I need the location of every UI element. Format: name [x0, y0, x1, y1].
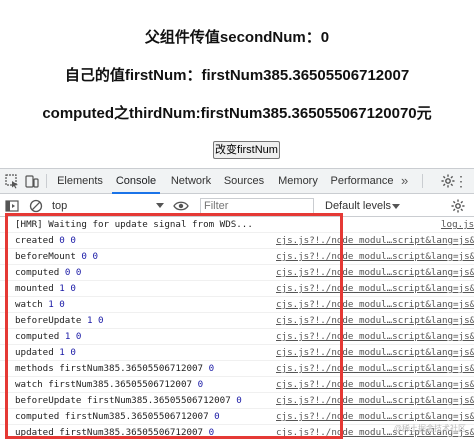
console-row: beforeUpdate 1 0 cjs.js?!./node_modul…scr…: [0, 313, 474, 329]
console-message-text: watch firstNum385.36505506712007: [15, 379, 193, 390]
console-message-text: computed firstNum385.36505506712007: [15, 411, 209, 422]
console-row: computed 1 0 cjs.js?!./node_modul…script&…: [0, 329, 474, 345]
tab-console[interactable]: Console: [112, 169, 160, 194]
console-message-number: 0 0: [64, 267, 82, 278]
watermark: @稀土掘金技术社区: [393, 424, 466, 433]
filter-input[interactable]: [200, 198, 314, 214]
console-message-number: 1 0: [59, 347, 76, 358]
console-message-text: mounted: [15, 283, 54, 294]
console-message-text: updated: [15, 347, 54, 358]
console-message-number: 0: [214, 411, 220, 422]
console-message-number: 0: [197, 379, 204, 390]
console-message: computed firstNum385.36505506712007 0: [15, 411, 220, 422]
console-message-text: beforeMount: [15, 251, 76, 262]
console-message-number: 0: [208, 363, 215, 374]
first-num-text: 自己的值firstNum：firstNum385.36505506712007: [64, 67, 410, 84]
console-message-number: 0 0: [59, 235, 76, 246]
console-source-link[interactable]: cjs.js?!./node_modul…script&lang=js&: [276, 235, 474, 246]
tab-network[interactable]: Network: [166, 169, 216, 194]
console-message: updated firstNum385.36505506712007 0: [15, 427, 214, 438]
console-message: mounted 1 0: [15, 283, 76, 294]
console-message-text: [HMR] Waiting for update signal from WDS…: [15, 219, 253, 230]
devtools-tabbar: Elements Console Network Sources Memory …: [0, 169, 474, 194]
console-source-link[interactable]: cjs.js?!./node_modul…script&lang=js&: [276, 299, 474, 310]
context-select[interactable]: top: [50, 197, 168, 215]
device-toolbar-icon[interactable]: [24, 173, 40, 189]
app-page: 父组件传值secondNum：0 自己的值firstNum：firstNum38…: [0, 0, 474, 165]
devtools-panel: Elements Console Network Sources Memory …: [0, 168, 474, 440]
console-message-number: 1 0: [48, 299, 65, 310]
console-message: computed 0 0: [15, 267, 81, 278]
more-options-icon[interactable]: ⋮: [454, 169, 468, 194]
console-message-text: computed: [15, 331, 60, 342]
console-message-text: computed: [15, 267, 60, 278]
console-message: watch 1 0: [15, 299, 65, 310]
console-filterbar: top Default levels: [0, 195, 474, 217]
console-message-text: updated firstNum385.36505506712007: [15, 427, 204, 438]
console-source-link[interactable]: cjs.js?!./node_modul…script&lang=js&: [276, 331, 474, 342]
inspect-element-icon[interactable]: [4, 173, 20, 189]
sidebar-toggle-icon[interactable]: [4, 198, 20, 214]
third-num-text: computed之thirdNum:firstNum385.3650550671…: [42, 105, 432, 122]
console-source-link[interactable]: cjs.js?!./node_modul…script&lang=js&: [276, 379, 474, 390]
console-source-link[interactable]: cjs.js?!./node_modul…script&lang=js&: [276, 283, 474, 294]
console-message: beforeUpdate 1 0: [15, 315, 104, 326]
console-source-link[interactable]: cjs.js?!./node_modul…script&lang=js&: [276, 395, 474, 406]
console-message-number: 0: [236, 395, 242, 406]
console-row: beforeUpdate firstNum385.36505506712007 …: [0, 393, 474, 409]
console-message: computed 1 0: [15, 331, 81, 342]
console-message: created 0 0: [15, 235, 76, 246]
console-settings-gear-icon[interactable]: [450, 198, 466, 214]
console-row: updated 1 0 cjs.js?!./node_modul…script&l…: [0, 345, 474, 361]
second-num-text: 父组件传值secondNum：0: [144, 29, 330, 46]
chevron-down-icon: [156, 203, 164, 208]
console-message-text: beforeUpdate firstNum385.36505506712007: [15, 395, 231, 406]
console-source-link[interactable]: cjs.js?!./node_modul…script&lang=js&: [276, 251, 474, 262]
console-message-text: methods firstNum385.36505506712007: [15, 363, 204, 374]
console-row: mounted 1 0 cjs.js?!./node_modul…script&l…: [0, 281, 474, 297]
console-message: watch firstNum385.36505506712007 0: [15, 379, 203, 390]
console-row: beforeMount 0 0 cjs.js?!./node_modul…scri…: [0, 249, 474, 265]
console-log: [HMR] Waiting for update signal from WDS…: [0, 217, 474, 440]
console-message-number: 0 0: [81, 251, 99, 262]
console-source-link[interactable]: cjs.js?!./node_modul…script&lang=js&: [276, 411, 474, 422]
more-tabs-chevron[interactable]: »: [401, 169, 408, 194]
console-row: watch 1 0 cjs.js?!./node_modul…script&lan…: [0, 297, 474, 313]
tab-sources[interactable]: Sources: [221, 169, 267, 194]
console-message-text: created: [15, 235, 54, 246]
console-message: beforeMount 0 0: [15, 251, 98, 262]
console-message: methods firstNum385.36505506712007 0: [15, 363, 214, 374]
console-message: updated 1 0: [15, 347, 76, 358]
tab-elements[interactable]: Elements: [54, 169, 106, 194]
console-message-text: watch: [15, 299, 43, 310]
console-message-number: 1 0: [59, 283, 76, 294]
console-message-number: 1 0: [86, 315, 104, 326]
log-levels-dropdown[interactable]: Default levels: [325, 197, 391, 215]
context-value: top: [52, 200, 68, 212]
tab-memory[interactable]: Memory: [274, 169, 322, 194]
console-message-number: 1 0: [64, 331, 82, 342]
console-row: [HMR] Waiting for update signal from WDS…: [0, 217, 474, 233]
console-row: computed 0 0 cjs.js?!./node_modul…script&…: [0, 265, 474, 281]
console-source-link[interactable]: cjs.js?!./node_modul…script&lang=js&: [276, 315, 474, 326]
console-row: watch firstNum385.36505506712007 0 cjs.js…: [0, 377, 474, 393]
console-message: beforeUpdate firstNum385.36505506712007 …: [15, 395, 242, 406]
console-source-link[interactable]: cjs.js?!./node_modul…script&lang=js&: [276, 363, 474, 374]
chevron-down-icon: [392, 204, 400, 209]
console-source-link[interactable]: cjs.js?!./node_modul…script&lang=js&: [276, 267, 474, 278]
console-source-link[interactable]: log.js: [441, 219, 474, 230]
console-message: [HMR] Waiting for update signal from WDS…: [15, 219, 253, 230]
console-row: methods firstNum385.36505506712007 0 cjs.…: [0, 361, 474, 377]
console-message-number: 0: [208, 427, 215, 438]
console-message-text: beforeUpdate: [15, 315, 82, 326]
clear-console-icon[interactable]: [28, 198, 44, 214]
console-source-link[interactable]: cjs.js?!./node_modul…script&lang=js&: [276, 347, 474, 358]
change-first-num-button[interactable]: 改变firstNum: [213, 141, 280, 159]
tab-performance[interactable]: Performance: [330, 169, 394, 194]
toolbar-divider: [46, 174, 47, 188]
console-row: created 0 0 cjs.js?!./node_modul…script&l…: [0, 233, 474, 249]
toolbar-divider: [422, 174, 423, 188]
live-expression-eye-icon[interactable]: [173, 198, 189, 214]
